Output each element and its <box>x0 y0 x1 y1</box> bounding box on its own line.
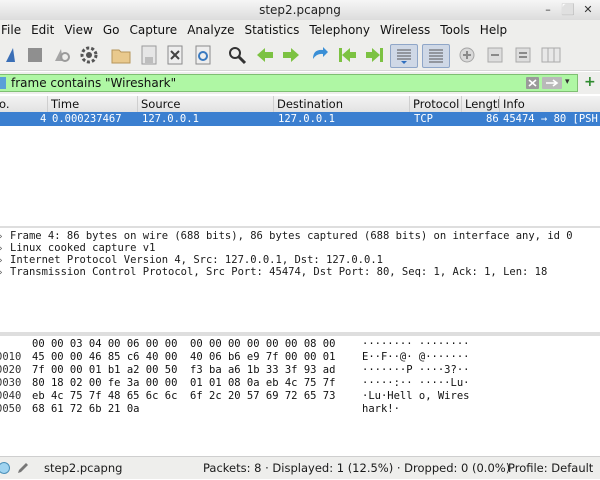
capture-options-gear-icon[interactable] <box>78 44 100 66</box>
bytes-row[interactable]: 005068 61 72 6b 21 0ahark!· <box>0 403 400 415</box>
menu-capture[interactable]: Capture <box>124 23 182 37</box>
go-back-arrow-icon[interactable] <box>254 44 276 66</box>
title-bar: step2.pcapng – ⬜ ✕ <box>0 0 600 21</box>
auto-scroll-icon[interactable] <box>390 44 418 68</box>
main-toolbar <box>0 40 600 71</box>
display-filter-field[interactable]: ▾ <box>0 74 578 92</box>
tree-item-frame[interactable]: ›Frame 4: 86 bytes on wire (688 bits), 8… <box>0 230 573 242</box>
column-length[interactable]: Length <box>462 96 500 112</box>
packet-length: 86 <box>486 113 499 125</box>
menu-help[interactable]: Help <box>475 23 512 37</box>
bytes-row[interactable]: 001045 00 00 46 85 c6 40 00 40 06 b6 e9 … <box>0 351 469 363</box>
filter-bookmark-icon[interactable] <box>0 77 6 89</box>
column-source[interactable]: Source <box>138 96 274 112</box>
clear-filter-icon[interactable] <box>526 77 539 89</box>
bytes-row[interactable]: 003080 18 02 00 fe 3a 00 00 01 01 08 0a … <box>0 377 469 389</box>
status-bar: step2.pcapng Packets: 8 · Displayed: 1 (… <box>0 456 600 479</box>
packet-no: 4 <box>40 113 47 125</box>
open-folder-icon[interactable] <box>110 44 132 66</box>
tree-item-tcp[interactable]: ›Transmission Control Protocol, Src Port… <box>0 266 547 278</box>
column-no[interactable]: o. <box>0 96 48 112</box>
find-packet-search-icon[interactable] <box>226 44 248 66</box>
save-file-icon[interactable] <box>138 44 160 66</box>
close-file-icon[interactable] <box>164 44 186 66</box>
apply-filter-arrow-icon[interactable] <box>542 77 562 89</box>
window-controls: – ⬜ ✕ <box>540 2 596 18</box>
bytes-row[interactable]: 00 00 03 04 00 06 00 00 00 00 00 00 00 0… <box>0 338 469 350</box>
maximize-icon[interactable]: ⬜ <box>560 2 576 18</box>
expert-info-status-icon[interactable] <box>0 461 11 475</box>
resize-columns-icon[interactable] <box>540 44 562 66</box>
menu-statistics[interactable]: Statistics <box>239 23 304 37</box>
column-protocol[interactable]: Protocol <box>410 96 462 112</box>
display-filter-bar: ▾ + <box>0 72 600 94</box>
menu-file[interactable]: File <box>0 23 26 37</box>
filter-history-chevron-down-icon[interactable]: ▾ <box>565 77 570 87</box>
menu-telephony[interactable]: Telephony <box>304 23 375 37</box>
column-destination[interactable]: Destination <box>274 96 410 112</box>
menu-wireless[interactable]: Wireless <box>375 23 435 37</box>
packet-details-tree: ›Frame 4: 86 bytes on wire (688 bits), 8… <box>0 228 600 332</box>
go-forward-arrow-icon[interactable] <box>280 44 302 66</box>
shark-fin-start-icon[interactable] <box>2 44 24 66</box>
add-filter-button-plus-icon[interactable]: + <box>584 74 596 90</box>
zoom-out-icon[interactable] <box>484 44 506 66</box>
capture-comment-pencil-icon[interactable] <box>16 461 30 475</box>
first-packet-icon[interactable] <box>336 44 358 66</box>
menu-analyze[interactable]: Analyze <box>182 23 239 37</box>
menu-tools[interactable]: Tools <box>435 23 475 37</box>
zoom-in-icon[interactable] <box>456 44 478 66</box>
bytes-row[interactable]: 00207f 00 00 01 b1 a2 00 50 f3 ba a6 1b … <box>0 364 469 376</box>
minimize-icon[interactable]: – <box>540 2 556 18</box>
bytes-row[interactable]: 0040eb 4c 75 7f 48 65 6c 6c 6f 2c 20 57 … <box>0 390 469 402</box>
close-icon[interactable]: ✕ <box>580 2 596 18</box>
restart-capture-icon[interactable] <box>50 44 72 66</box>
tree-item-linux-cooked[interactable]: ›Linux cooked capture v1 <box>0 242 155 254</box>
status-profile[interactable]: Profile: Default <box>508 461 593 475</box>
status-file-name: step2.pcapng <box>44 461 123 475</box>
last-packet-icon[interactable] <box>364 44 386 66</box>
packet-info: 45474 → 80 [PSH <box>503 113 598 125</box>
packet-bytes-pane: 00 00 03 04 00 06 00 00 00 00 00 00 00 0… <box>0 336 600 454</box>
stop-capture-icon[interactable] <box>24 44 46 66</box>
window-title: step2.pcapng <box>259 3 341 17</box>
menu-edit[interactable]: Edit <box>26 23 59 37</box>
reload-file-icon[interactable] <box>192 44 214 66</box>
packet-list: o. Time Source Destination Protocol Leng… <box>0 96 600 321</box>
packet-destination: 127.0.0.1 <box>278 113 335 125</box>
packet-protocol: TCP <box>414 113 433 125</box>
packet-list-header: o. Time Source Destination Protocol Leng… <box>0 96 600 113</box>
expand-arrow-icon[interactable]: › <box>0 267 10 279</box>
packet-time: 0.000237467 <box>52 113 122 125</box>
menu-view[interactable]: View <box>59 23 97 37</box>
go-to-packet-icon[interactable] <box>308 44 330 66</box>
column-time[interactable]: Time <box>48 96 138 112</box>
packet-source: 127.0.0.1 <box>142 113 199 125</box>
table-row[interactable]: 4 0.000237467 127.0.0.1 127.0.0.1 TCP 86… <box>0 112 600 126</box>
display-filter-input[interactable] <box>11 75 521 91</box>
tree-item-ipv4[interactable]: ›Internet Protocol Version 4, Src: 127.0… <box>0 254 383 266</box>
menu-go[interactable]: Go <box>98 23 125 37</box>
column-info[interactable]: Info <box>500 96 600 112</box>
normal-size-icon[interactable] <box>512 44 534 66</box>
menu-bar: File Edit View Go Capture Analyze Statis… <box>0 20 600 40</box>
status-packet-counts: Packets: 8 · Displayed: 1 (12.5%) · Drop… <box>203 461 511 475</box>
colorize-list-icon[interactable] <box>422 44 450 68</box>
